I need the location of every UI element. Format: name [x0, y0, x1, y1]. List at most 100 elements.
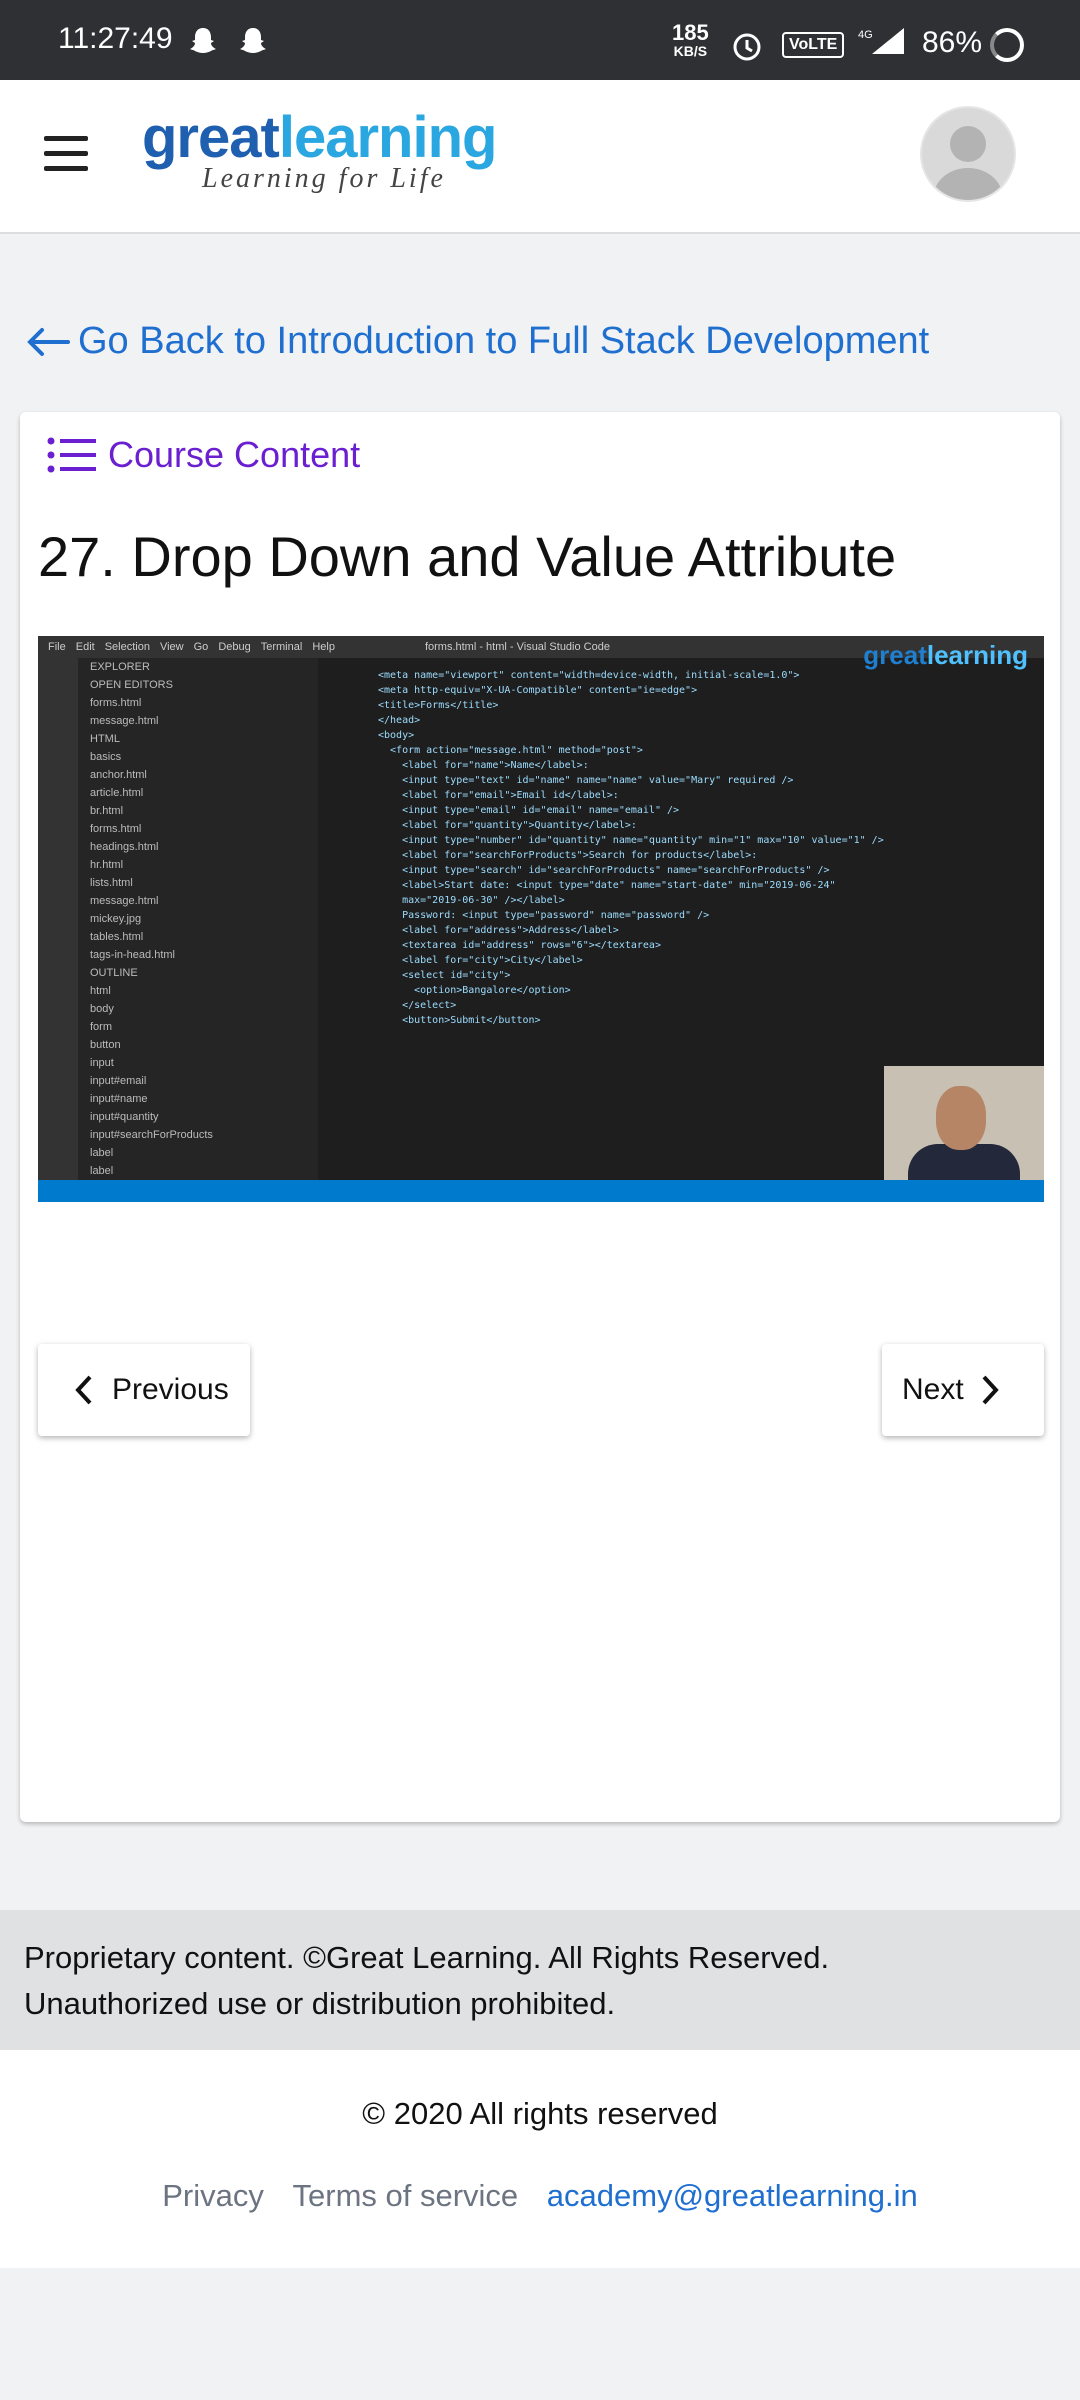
notice-line-2: Unauthorized use or distribution prohibi…	[24, 1986, 616, 2021]
video-explorer-item: br.html	[90, 805, 124, 817]
battery-percent: 86%	[922, 26, 983, 59]
copyright: © 2020 All rights reserved	[362, 2096, 718, 2131]
alarm-icon	[733, 33, 761, 61]
greatlearning-logo[interactable]: greatlearning Learning for Life	[142, 104, 497, 195]
video-menu-item: View	[159, 641, 184, 653]
video-explorer-item: body	[90, 1003, 114, 1015]
volte-badge: VoLTE	[782, 32, 845, 58]
video-code-line: <form action="message.html" method="post…	[378, 745, 643, 756]
video-code-line: <label for="city">City</label>	[378, 955, 583, 966]
lesson-title: 27. Drop Down and Value Attribute	[38, 525, 897, 588]
video-code-line: <textarea id="address" rows="6"></textar…	[378, 940, 661, 951]
video-explorer-item: input#email	[90, 1075, 147, 1087]
video-menu-item: Go	[193, 641, 209, 653]
video-explorer-item: EXPLORER	[90, 661, 150, 673]
list-icon	[47, 437, 96, 473]
course-content-link[interactable]: Course Content	[46, 434, 360, 476]
video-code-line: <button>Submit</button>	[378, 1015, 541, 1026]
video-explorer-item: basics	[90, 751, 122, 763]
video-explorer: EXPLORER OPEN EDITORS forms.html message.ht…	[78, 658, 318, 1180]
proprietary-notice: Proprietary content. ©Great Learning. Al…	[0, 1910, 1080, 2050]
video-explorer-item: lists.html	[90, 877, 133, 889]
video-menu-item: Terminal	[260, 641, 303, 653]
video-window-title: forms.html - html - Visual Studio Code	[424, 641, 610, 653]
back-link-label: Go Back to Introduction to Full Stack De…	[78, 320, 930, 362]
video-menu-item: Selection	[104, 641, 150, 653]
svg-text:4G: 4G	[858, 29, 873, 41]
arrow-left-icon	[27, 327, 70, 356]
status-time: 11:27:49	[58, 22, 173, 55]
video-explorer-item: headings.html	[90, 841, 159, 853]
video-code-line: <option>Bangalore</option>	[378, 985, 571, 996]
video-code-line: <input type="email" id="email" name="ema…	[378, 805, 680, 816]
video-menu-item: Edit	[75, 641, 95, 653]
video-explorer-item: mickey.jpg	[90, 913, 142, 925]
notice-line-1: Proprietary content. ©Great Learning. Al…	[24, 1940, 830, 1975]
lesson-video[interactable]: File Edit Selection View Go Debug Terminal Help…	[38, 636, 1044, 1202]
video-explorer-item: input	[90, 1057, 114, 1069]
next-label: Next	[902, 1373, 964, 1406]
email-link[interactable]: academy@greatlearning.in	[547, 2178, 918, 2213]
video-explorer-item: tags-in-head.html	[90, 949, 175, 961]
next-button[interactable]: Next	[882, 1344, 1044, 1436]
avatar[interactable]	[920, 106, 1016, 202]
video-code-line: </select>	[378, 1000, 457, 1011]
snapchat-icon	[190, 28, 216, 53]
back-link[interactable]: Go Back to Introduction to Full Stack De…	[26, 320, 929, 363]
video-explorer-item: anchor.html	[90, 769, 147, 781]
video-code-line: <label for="name">Name</label>:	[378, 760, 589, 771]
page-footer: © 2020 All rights reserved Privacy Terms…	[0, 2050, 1080, 2268]
chevron-right-icon	[982, 1375, 999, 1405]
video-code-line: Password: <input type="password" name="p…	[378, 910, 710, 921]
video-code-line: <label for="searchForProducts">Search fo…	[378, 850, 758, 861]
video-activity-bar	[38, 658, 78, 1180]
previous-button[interactable]: Previous	[38, 1344, 250, 1436]
video-menu-item: Help	[312, 641, 335, 653]
video-explorer-item: input#quantity	[90, 1111, 159, 1123]
video-explorer-item: input#name	[90, 1093, 148, 1105]
video-code-line: <label>Start date: <input type="date" na…	[378, 880, 836, 891]
video-explorer-item: button	[90, 1039, 121, 1051]
video-explorer-item: hr.html	[90, 859, 124, 871]
status-bar: 11:27:49 185 KB/S VoLTE 4G 86%	[0, 0, 1080, 80]
video-explorer-item: forms.html	[90, 697, 142, 709]
video-explorer-item: tables.html	[90, 931, 144, 943]
video-menu-item: Debug	[218, 641, 251, 653]
video-code-line: <body>	[378, 730, 415, 741]
video-code-line: <select id="city">	[378, 970, 511, 981]
terms-link[interactable]: Terms of service	[293, 2178, 519, 2213]
video-explorer-item: message.html	[90, 895, 159, 907]
video-menu-item: File	[48, 641, 66, 653]
video-explorer-item: article.html	[90, 787, 144, 799]
video-code-line: <label for="email">Email id</label>:	[378, 790, 619, 801]
video-explorer-item: HTML	[90, 733, 120, 745]
video-code-line: <input type="number" id="quantity" name=…	[378, 835, 884, 846]
lesson-card: Course Content 27. Drop Down and Value A…	[20, 412, 1060, 1822]
video-watermark-logo: greatlearning	[863, 640, 1028, 670]
video-explorer-item: label	[90, 1165, 114, 1177]
video-code-line: <label for="address">Address</label>	[378, 925, 619, 936]
video-code-line: <label for="quantity">Quantity</label>:	[378, 820, 637, 831]
video-code-line: <title>Forms</title>	[378, 700, 499, 711]
video-explorer-item: message.html	[90, 715, 159, 727]
previous-label: Previous	[112, 1373, 229, 1406]
chevron-left-icon	[75, 1375, 92, 1405]
video-code-line: </head>	[378, 715, 421, 726]
menu-icon[interactable]	[44, 136, 88, 172]
video-explorer-item: form	[90, 1021, 112, 1033]
signal-icon: 4G	[858, 28, 904, 54]
snapchat-icon-2	[240, 28, 266, 53]
app-header: greatlearning Learning for Life	[0, 80, 1080, 234]
video-explorer-item: input#searchForProducts	[90, 1129, 213, 1141]
network-speed: 185 KB/S	[672, 20, 709, 60]
privacy-link[interactable]: Privacy	[162, 2178, 264, 2213]
battery-icon	[990, 28, 1024, 62]
video-code-line: max="2019-06-30" /></label>	[378, 895, 565, 906]
video-code-line: <input type="search" id="searchForProduc…	[378, 865, 830, 876]
video-explorer-item: OPEN EDITORS	[90, 679, 173, 691]
video-explorer-item: label	[90, 1147, 114, 1159]
video-explorer-item: forms.html	[90, 823, 142, 835]
video-explorer-item: OUTLINE	[90, 967, 138, 979]
video-editor-statusbar	[38, 1180, 1044, 1202]
user-icon	[934, 126, 1002, 200]
